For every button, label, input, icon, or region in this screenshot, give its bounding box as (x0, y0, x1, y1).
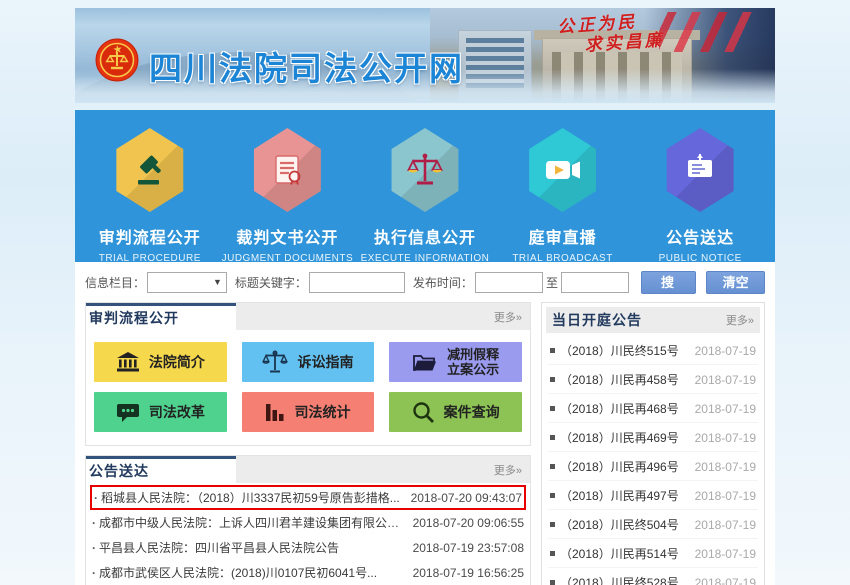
square-bullet-icon (550, 522, 555, 527)
date-from-input[interactable] (475, 272, 543, 293)
nav-label-cn: 公告送达 (631, 224, 769, 248)
more-link-hearings[interactable]: 更多» (726, 312, 754, 328)
bar-chart-icon (265, 402, 285, 423)
date-to-label: 至 (546, 274, 558, 291)
nav-execute-information[interactable]: 执行信息公开 EXECUTE INFORMATION (356, 128, 494, 262)
court-intro-button[interactable]: 法院简介 (94, 342, 227, 382)
courthouse-icon (116, 351, 140, 373)
trial-procedure-section: 审判流程公开 更多» 法院简介 (85, 302, 531, 446)
public-notice-section: 公告送达 更多» 稻城县人民法院：（2018）川3337民初59号原告彭措格..… (85, 455, 531, 585)
hearing-row[interactable]: （2018）川民终515号2018-07-19 (548, 336, 758, 365)
keyword-input[interactable] (309, 272, 405, 293)
square-bullet-icon (550, 377, 555, 382)
search-icon (412, 401, 435, 424)
info-column-label: 信息栏目： (85, 274, 145, 291)
hearing-row[interactable]: （2018）川民再469号2018-07-19 (548, 423, 758, 452)
notice-board-icon (662, 128, 738, 212)
content-area: 信息栏目： ▼ 标题关键字： 发布时间： 至 搜 索 清空条件 审判流程公开 更… (75, 262, 775, 585)
hearing-row[interactable]: （2018）川民再514号2018-07-19 (548, 539, 758, 568)
nav-judgment-documents[interactable]: 裁判文书公开 JUDGMENT DOCUMENTS (219, 128, 357, 262)
filter-bar: 信息栏目： ▼ 标题关键字： 发布时间： 至 搜 索 清空条件 (85, 262, 765, 302)
hearing-row[interactable]: （2018）川民再496号2018-07-19 (548, 452, 758, 481)
notice-row-highlighted[interactable]: 稻城县人民法院：（2018）川3337民初59号原告彭措格... 2018-07… (90, 485, 526, 510)
search-button[interactable]: 搜 索 (641, 271, 696, 294)
sidebar-title: 当日开庭公告 (552, 310, 642, 330)
nav-trial-procedure[interactable]: 审判流程公开 TRIAL PROCEDURE (81, 128, 219, 262)
notice-row[interactable]: 成都市武侯区人民法院：(2018)川0107民初6041号... 2018-07… (90, 560, 526, 585)
commutation-parole-button[interactable]: 减刑假释 立案公示 (389, 342, 522, 382)
publish-date-label: 发布时间： (413, 274, 473, 291)
tab-public-notice[interactable]: 公告送达 (86, 456, 236, 483)
hearing-row[interactable]: （2018）川民再497号2018-07-19 (548, 481, 758, 510)
todays-hearing-sidebar: 当日开庭公告 更多» （2018）川民终515号2018-07-19 （2018… (541, 302, 765, 585)
more-link-trial[interactable]: 更多» (494, 303, 530, 330)
hearing-row[interactable]: （2018）川民终504号2018-07-19 (548, 510, 758, 539)
judicial-statistics-button[interactable]: 司法统计 (242, 392, 375, 432)
nav-label-cn: 裁判文书公开 (219, 224, 357, 248)
calligraphy-slogan: 公正为民 求实昌廉 (557, 10, 666, 57)
document-seal-icon (249, 128, 325, 212)
nav-public-notice[interactable]: 公告送达 PUBLIC NOTICE (631, 128, 769, 262)
hearing-row[interactable]: （2018）川民终528号2018-07-19 (548, 568, 758, 585)
notice-row[interactable]: 平昌县人民法院：四川省平昌县人民法院公告 2018-07-19 23:57:08 (90, 535, 526, 560)
keyword-label: 标题关键字： (235, 274, 307, 291)
hearing-row[interactable]: （2018）川民再468号2018-07-19 (548, 394, 758, 423)
red-flags-art (659, 12, 769, 52)
judicial-reform-button[interactable]: 司法改革 (94, 392, 227, 432)
gavel-icon (112, 128, 188, 212)
square-bullet-icon (550, 551, 555, 556)
notice-row[interactable]: 成都市中级人民法院：上诉人四川君羊建设集团有限公司与被上诉... 2018-07… (90, 510, 526, 535)
square-bullet-icon (550, 348, 555, 353)
site-title: 四川法院司法公开网 (149, 42, 464, 90)
square-bullet-icon (550, 580, 555, 585)
function-button-grid: 法院简介 诉讼指南 (86, 330, 530, 445)
clear-conditions-button[interactable]: 清空条件 (706, 271, 765, 294)
square-bullet-icon (550, 435, 555, 440)
nav-label-en: TRIAL BROADCAST (494, 253, 632, 264)
scales-icon (387, 128, 463, 212)
speech-bubble-icon (116, 402, 140, 423)
hearing-row[interactable]: （2018）川民再458号2018-07-19 (548, 365, 758, 394)
folder-icon (412, 352, 438, 373)
scales-icon (262, 350, 288, 374)
nav-trial-broadcast[interactable]: 庭审直播 TRIAL BROADCAST (494, 128, 632, 262)
square-bullet-icon (550, 464, 555, 469)
site-header-banner: 公正为民 求实昌廉 四川法院司法公开网 (75, 8, 775, 103)
nav-label-en: PUBLIC NOTICE (631, 253, 769, 264)
nav-label-en: JUDGMENT DOCUMENTS (219, 253, 357, 264)
info-column-select[interactable]: ▼ (147, 272, 227, 293)
main-nav-band: 审判流程公开 TRIAL PROCEDURE 裁判文书公开 JUDGMENT D… (75, 110, 775, 262)
litigation-guide-button[interactable]: 诉讼指南 (242, 342, 375, 382)
more-link-notice[interactable]: 更多» (494, 456, 530, 483)
case-query-button[interactable]: 案件查询 (389, 392, 522, 432)
chevron-down-icon: ▼ (213, 277, 222, 287)
nav-label-cn: 审判流程公开 (81, 224, 219, 248)
video-camera-icon (525, 128, 601, 212)
nav-label-cn: 庭审直播 (494, 224, 632, 248)
square-bullet-icon (550, 493, 555, 498)
national-emblem-icon (95, 38, 139, 82)
page: 公正为民 求实昌廉 四川法院司法公开网 (75, 8, 775, 585)
date-to-input[interactable] (561, 272, 629, 293)
tab-trial-procedure[interactable]: 审判流程公开 (86, 303, 236, 330)
square-bullet-icon (550, 406, 555, 411)
nav-label-en: TRIAL PROCEDURE (81, 253, 219, 264)
nav-label-en: EXECUTE INFORMATION (356, 253, 494, 264)
nav-label-cn: 执行信息公开 (356, 224, 494, 248)
